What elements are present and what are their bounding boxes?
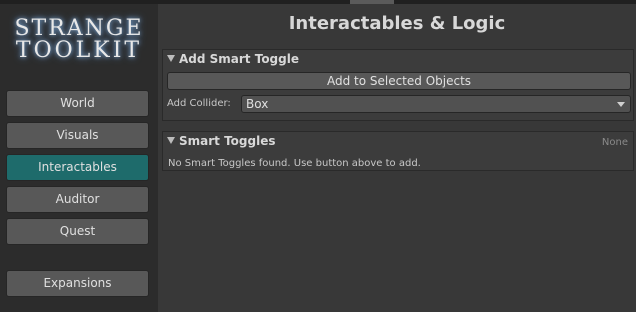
chevron-down-icon xyxy=(617,102,625,107)
smart-toggles-panel: Smart Toggles None No Smart Toggles foun… xyxy=(162,131,634,171)
collider-dropdown-value: Box xyxy=(246,97,269,111)
sidebar-item-world[interactable]: World xyxy=(6,90,149,117)
add-collider-label: Add Collider: xyxy=(167,98,231,109)
empty-state-message: No Smart Toggles found. Use button above… xyxy=(168,158,421,169)
triangle-down-icon xyxy=(167,137,175,144)
sidebar-item-quest[interactable]: Quest xyxy=(6,218,149,245)
main-panel: Interactables & Logic Add Smart Toggle A… xyxy=(158,4,636,312)
sidebar: STRANGE TOOLKIT World Visuals Interactab… xyxy=(0,4,158,312)
logo-line-1: STRANGE xyxy=(14,16,144,41)
page-title: Interactables & Logic xyxy=(288,13,506,34)
add-to-selected-objects-button[interactable]: Add to Selected Objects xyxy=(167,72,631,90)
sidebar-item-interactables[interactable]: Interactables xyxy=(6,154,149,181)
add-smart-toggle-foldout[interactable]: Add Smart Toggle xyxy=(167,52,299,66)
triangle-down-icon xyxy=(167,55,175,62)
add-smart-toggle-panel: Add Smart Toggle Add to Selected Objects… xyxy=(162,49,634,121)
strange-toolkit-logo: STRANGE TOOLKIT xyxy=(0,18,158,62)
logo-line-2: TOOLKIT xyxy=(15,38,143,63)
collider-dropdown[interactable]: Box xyxy=(241,95,631,113)
smart-toggles-header: Smart Toggles xyxy=(179,134,276,148)
smart-toggles-count: None xyxy=(601,137,628,148)
add-smart-toggle-header: Add Smart Toggle xyxy=(179,52,299,66)
sidebar-item-visuals[interactable]: Visuals xyxy=(6,122,149,149)
sidebar-item-auditor[interactable]: Auditor xyxy=(6,186,149,213)
smart-toggles-foldout[interactable]: Smart Toggles xyxy=(167,134,276,148)
sidebar-item-expansions[interactable]: Expansions xyxy=(6,270,149,297)
